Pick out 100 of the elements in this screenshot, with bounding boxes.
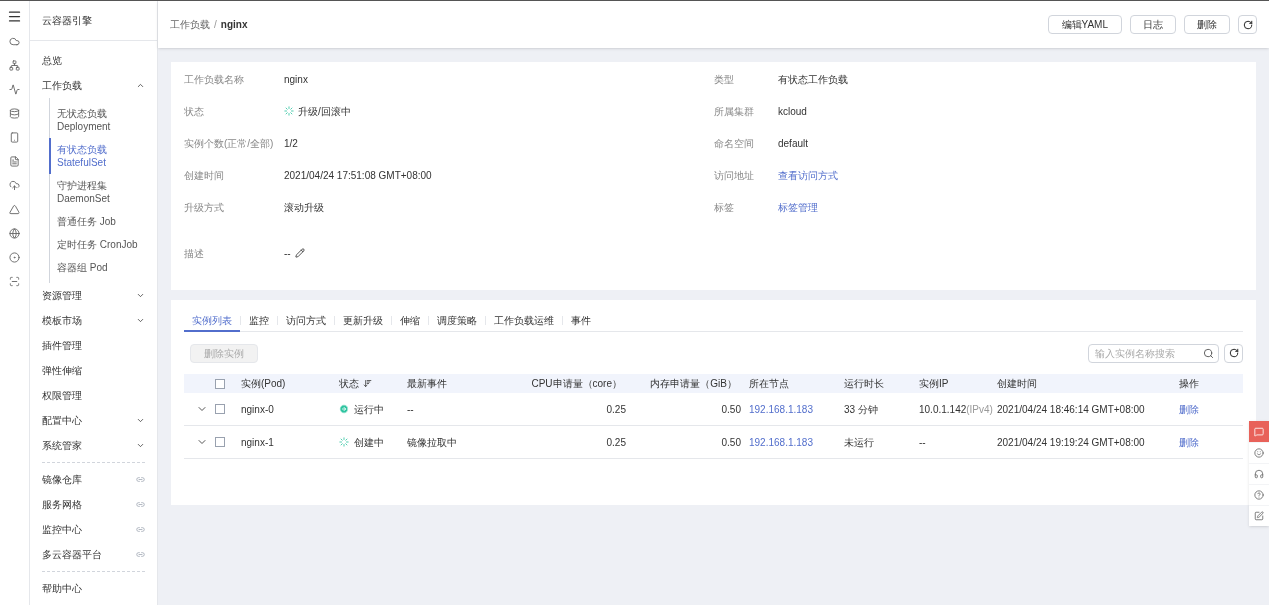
sidebar-subitem[interactable]: 容器组 Pod [49,256,157,279]
breadcrumb-link[interactable]: 工作负载 [170,17,210,32]
table-cell-text: 未运行 [843,435,874,450]
field-link[interactable]: 标签管理 [778,199,818,215]
database-icon[interactable] [9,108,20,119]
search-icon[interactable] [1203,347,1214,359]
refresh-button[interactable] [1224,343,1243,363]
breadcrumb-current: nginx [220,18,248,32]
sidebar-item[interactable]: 镜像仓库 [30,467,157,492]
sidebar-item[interactable]: 资源管理 [30,283,157,308]
table-cell-text: nginx-1 [240,435,274,450]
globe-icon[interactable] [9,228,20,239]
field-label: 命名空间 [714,136,755,151]
table-cell-text: 创建中 [354,435,384,450]
sidebar-item[interactable]: 服务网格 [30,492,157,517]
column-header: 最新事件 [407,377,447,391]
search-field[interactable]: 输入实例名称搜索 [1088,343,1219,363]
refresh-icon [1242,19,1253,30]
nodes-icon[interactable] [9,60,20,71]
menu-icon[interactable] [7,9,22,24]
cloud-upload-icon[interactable] [9,180,20,191]
link-icon [136,525,145,534]
field-value: 升级/回滚中 [298,104,351,119]
sidebar-item[interactable]: 系统管家 [30,433,157,458]
sidebar-subitem[interactable]: 定时任务 CronJob [49,233,157,256]
sidebar-item[interactable]: 总览 [30,48,157,73]
column-header: 创建时间 [997,377,1037,391]
node-link[interactable]: 192.168.1.183 [745,401,813,417]
node-link[interactable]: 192.168.1.183 [745,434,813,450]
column-header: 实例IP [919,377,949,391]
column-header: 操作 [1179,377,1199,391]
table-cell-text: 10.0.1.142 [919,402,967,417]
sidebar-item[interactable]: 工作负载 [30,73,157,98]
tab[interactable]: 实例列表 [184,310,240,332]
delete-link[interactable]: 删除 [1175,434,1199,450]
field-value: 1/2 [284,136,298,151]
field-label: 实例个数(正常/全部) [184,136,275,151]
tab[interactable]: 工作负载运维 [486,310,562,332]
field-value: 2021/04/24 17:51:08 GMT+08:00 [284,168,432,183]
row-checkbox[interactable] [215,404,225,414]
sidebar-subitem[interactable]: 普通任务 Job [49,210,157,233]
sidebar-title: 云容器引擎 [30,1,157,41]
table-cell-text: -- [919,435,926,450]
sidebar-subitem[interactable]: 守护进程集 DaemonSet [49,174,157,210]
sidebar-item[interactable]: 模板市场 [30,308,157,333]
triangle-icon[interactable] [9,204,20,215]
table-cell-text: 0.25 [606,402,627,417]
link-icon [136,500,145,509]
tab[interactable]: 监控 [241,310,277,332]
field-label: 状态 [184,104,205,119]
column-header: CPU申请量（core） [531,377,622,391]
sidebar-item[interactable]: 帮助中心 [30,576,157,601]
breadcrumb-separator: / [214,18,217,32]
header-button[interactable]: 编辑YAML [1047,15,1122,34]
column-header: 实例(Pod) [241,377,286,391]
sort-icon[interactable] [363,379,372,388]
circle-dot-icon[interactable] [9,252,20,263]
field-value: kcloud [778,104,807,119]
chat-icon[interactable] [1249,421,1269,442]
loading-icon [284,106,294,116]
tab[interactable]: 访问方式 [278,310,334,332]
cloud-icon[interactable] [9,36,20,47]
sidebar-item[interactable]: 插件管理 [30,333,157,358]
table-cell-text: 运行中 [354,402,384,417]
sidebar-item[interactable]: 权限管理 [30,383,157,408]
wave-icon[interactable] [9,84,20,95]
row-checkbox[interactable] [215,437,225,447]
sidebar-item[interactable]: 监控中心 [30,517,157,542]
table-cell-text: 2021/04/24 19:19:24 GMT+08:00 [996,435,1145,450]
sidebar-item[interactable]: 多云容器平台 [30,542,157,567]
field-label: 创建时间 [184,168,225,183]
field-value: nginx [284,72,308,87]
column-header: 状态 [339,377,359,391]
sidebar-subitem[interactable]: 无状态负载 Deployment [49,102,157,138]
delete-link[interactable]: 删除 [1175,401,1199,417]
table-cell-text: 0.25 [606,435,627,450]
column-header: 内存申请量（GiB） [650,377,737,391]
tab[interactable]: 调度策略 [429,310,485,332]
sidebar-item[interactable]: 弹性伸缩 [30,358,157,383]
sidebar-subitem[interactable]: 有状态负载 StatefulSet [49,138,157,174]
tab[interactable]: 事件 [563,310,599,332]
table-cell-text: 镜像拉取中 [406,435,457,450]
scan-icon[interactable] [9,276,20,287]
field-value: 有状态工作负载 [778,72,848,87]
document-icon[interactable] [9,156,20,167]
link-icon [136,475,145,484]
header-button[interactable]: 删除 [1184,15,1230,34]
tab[interactable]: 伸缩 [392,310,428,332]
field-link[interactable]: 查看访问方式 [778,167,838,183]
refresh-button[interactable] [1238,15,1257,34]
running-status-icon [339,404,349,414]
device-icon[interactable] [9,132,20,143]
column-header: 运行时长 [844,377,884,391]
select-all-checkbox[interactable] [215,378,225,389]
sidebar-item[interactable]: 配置中心 [30,408,157,433]
header-button[interactable]: 日志 [1130,15,1176,34]
column-header: 所在节点 [749,377,789,391]
edit-icon[interactable] [294,248,305,258]
field-label: 类型 [714,72,735,87]
tab[interactable]: 更新升级 [335,310,391,332]
